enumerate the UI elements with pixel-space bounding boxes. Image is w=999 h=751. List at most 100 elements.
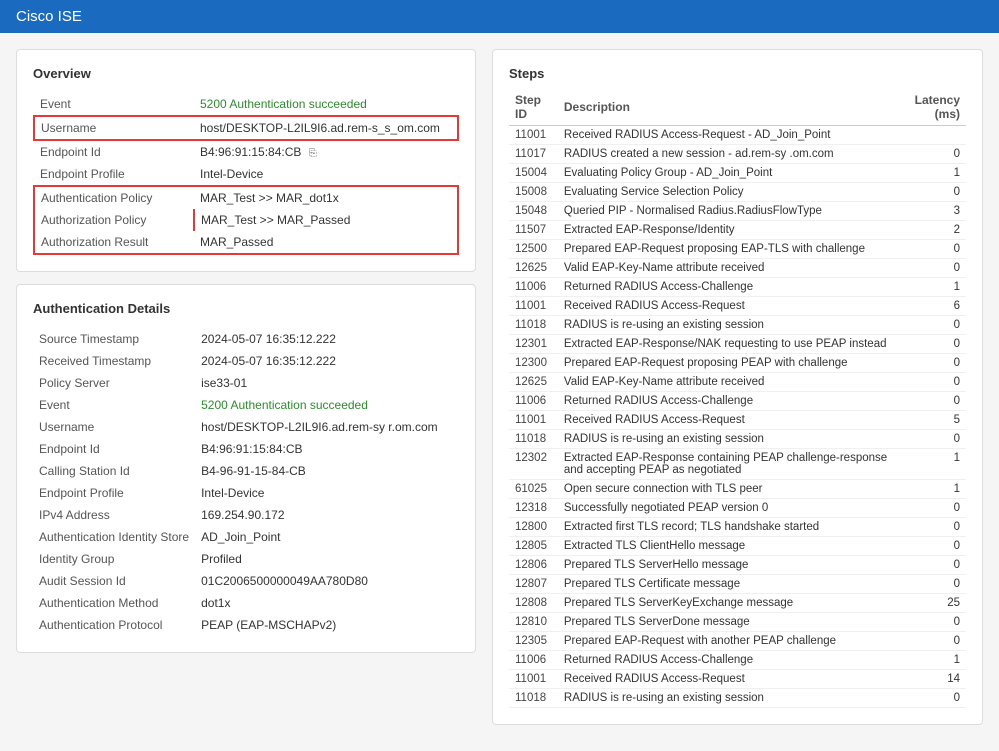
step-desc: Prepared TLS ServerHello message xyxy=(558,556,894,575)
copy-icon[interactable]: ⎘ xyxy=(309,148,317,159)
steps-row: 11001Received RADIUS Access-Request5 xyxy=(509,411,966,430)
overview-auth-policy-label: Authentication Policy xyxy=(34,186,194,209)
step-latency: 0 xyxy=(894,240,966,259)
step-desc: Returned RADIUS Access-Challenge xyxy=(558,392,894,411)
steps-table: Step ID Description Latency (ms) 11001Re… xyxy=(509,89,966,708)
steps-row: 12800Extracted first TLS record; TLS han… xyxy=(509,518,966,537)
auth-detail-row: Policy Serverise33-01 xyxy=(33,372,459,394)
overview-authz-policy-label: Authorization Policy xyxy=(34,209,194,231)
step-id: 15008 xyxy=(509,183,558,202)
step-id: 11017 xyxy=(509,145,558,164)
step-desc: Extracted first TLS record; TLS handshak… xyxy=(558,518,894,537)
steps-row: 12301Extracted EAP-Response/NAK requesti… xyxy=(509,335,966,354)
step-latency: 0 xyxy=(894,518,966,537)
steps-heading: Steps xyxy=(509,66,966,81)
step-desc: Valid EAP-Key-Name attribute received xyxy=(558,373,894,392)
col-description: Description xyxy=(558,89,894,126)
auth-detail-row: Received Timestamp2024-05-07 16:35:12.22… xyxy=(33,350,459,372)
steps-row: 15048Queried PIP - Normalised Radius.Rad… xyxy=(509,202,966,221)
auth-detail-value: 2024-05-07 16:35:12.222 xyxy=(195,328,459,350)
step-id: 11001 xyxy=(509,126,558,145)
auth-detail-value: 169.254.90.172 xyxy=(195,504,459,526)
step-latency: 1 xyxy=(894,164,966,183)
step-latency: 0 xyxy=(894,145,966,164)
step-id: 12500 xyxy=(509,240,558,259)
auth-details-table: Source Timestamp2024-05-07 16:35:12.222R… xyxy=(33,328,459,636)
auth-detail-row: Calling Station IdB4-96-91-15-84-CB xyxy=(33,460,459,482)
auth-detail-value: Intel-Device xyxy=(195,482,459,504)
right-panel: Steps Step ID Description Latency (ms) 1… xyxy=(492,49,983,725)
step-desc: RADIUS created a new session - ad.rem-sy… xyxy=(558,145,894,164)
auth-detail-row: Authentication Identity StoreAD_Join_Poi… xyxy=(33,526,459,548)
steps-row: 12806Prepared TLS ServerHello message0 xyxy=(509,556,966,575)
step-desc: Extracted EAP-Response/Identity xyxy=(558,221,894,240)
overview-username-value: host/DESKTOP-L2IL9I6.ad.rem-s_s_om.com xyxy=(194,116,458,140)
auth-detail-row: Event5200 Authentication succeeded xyxy=(33,394,459,416)
step-desc: Prepared EAP-Request proposing PEAP with… xyxy=(558,354,894,373)
step-desc: Prepared EAP-Request with another PEAP c… xyxy=(558,632,894,651)
step-latency: 0 xyxy=(894,632,966,651)
step-latency: 1 xyxy=(894,480,966,499)
step-latency: 0 xyxy=(894,335,966,354)
step-desc: RADIUS is re-using an existing session xyxy=(558,316,894,335)
step-id: 15048 xyxy=(509,202,558,221)
auth-detail-label: Received Timestamp xyxy=(33,350,195,372)
step-id: 11001 xyxy=(509,411,558,430)
steps-row: 12305Prepared EAP-Request with another P… xyxy=(509,632,966,651)
step-id: 12301 xyxy=(509,335,558,354)
step-id: 11018 xyxy=(509,316,558,335)
step-id: 11018 xyxy=(509,689,558,708)
auth-detail-label: Authentication Protocol xyxy=(33,614,195,636)
step-desc: Returned RADIUS Access-Challenge xyxy=(558,278,894,297)
steps-row: 12500Prepared EAP-Request proposing EAP-… xyxy=(509,240,966,259)
step-latency: 1 xyxy=(894,449,966,480)
auth-detail-label: Audit Session Id xyxy=(33,570,195,592)
step-id: 12805 xyxy=(509,537,558,556)
step-latency: 2 xyxy=(894,221,966,240)
steps-row: 12810Prepared TLS ServerDone message0 xyxy=(509,613,966,632)
steps-row: 11018RADIUS is re-using an existing sess… xyxy=(509,430,966,449)
step-desc: Received RADIUS Access-Request xyxy=(558,411,894,430)
auth-detail-row: Authentication Methoddot1x xyxy=(33,592,459,614)
auth-detail-row: Endpoint ProfileIntel-Device xyxy=(33,482,459,504)
steps-row: 11507Extracted EAP-Response/Identity2 xyxy=(509,221,966,240)
auth-detail-label: Calling Station Id xyxy=(33,460,195,482)
auth-detail-label: IPv4 Address xyxy=(33,504,195,526)
auth-detail-value: host/DESKTOP-L2IL9I6.ad.rem-sy r.om.com xyxy=(195,416,459,438)
step-latency: 14 xyxy=(894,670,966,689)
step-id: 12808 xyxy=(509,594,558,613)
auth-detail-label: Endpoint Id xyxy=(33,438,195,460)
steps-row: 11018RADIUS is re-using an existing sess… xyxy=(509,689,966,708)
overview-username-label: Username xyxy=(34,116,194,140)
step-latency: 0 xyxy=(894,392,966,411)
step-id: 11018 xyxy=(509,430,558,449)
auth-detail-row: IPv4 Address169.254.90.172 xyxy=(33,504,459,526)
step-latency xyxy=(894,126,966,145)
step-desc: Valid EAP-Key-Name attribute received xyxy=(558,259,894,278)
step-latency: 0 xyxy=(894,316,966,335)
col-step-id: Step ID xyxy=(509,89,558,126)
step-desc: Received RADIUS Access-Request xyxy=(558,670,894,689)
step-desc: Received RADIUS Access-Request xyxy=(558,297,894,316)
steps-row: 11001Received RADIUS Access-Request6 xyxy=(509,297,966,316)
steps-row: 12302Extracted EAP-Response containing P… xyxy=(509,449,966,480)
step-id: 15004 xyxy=(509,164,558,183)
steps-row: 12318Successfully negotiated PEAP versio… xyxy=(509,499,966,518)
auth-detail-label: Identity Group xyxy=(33,548,195,570)
step-latency: 0 xyxy=(894,373,966,392)
overview-card: Overview Event 5200 Authentication succe… xyxy=(16,49,476,272)
steps-row: 11018RADIUS is re-using an existing sess… xyxy=(509,316,966,335)
step-latency: 0 xyxy=(894,499,966,518)
overview-endpointid-label: Endpoint Id xyxy=(34,140,194,163)
step-latency: 0 xyxy=(894,556,966,575)
steps-row: 12805Extracted TLS ClientHello message0 xyxy=(509,537,966,556)
step-desc: Extracted TLS ClientHello message xyxy=(558,537,894,556)
step-latency: 0 xyxy=(894,430,966,449)
step-desc: Received RADIUS Access-Request - AD_Join… xyxy=(558,126,894,145)
step-id: 11001 xyxy=(509,297,558,316)
step-id: 11001 xyxy=(509,670,558,689)
auth-detail-value: Profiled xyxy=(195,548,459,570)
steps-row: 12625Valid EAP-Key-Name attribute receiv… xyxy=(509,259,966,278)
auth-detail-row: Source Timestamp2024-05-07 16:35:12.222 xyxy=(33,328,459,350)
step-latency: 25 xyxy=(894,594,966,613)
